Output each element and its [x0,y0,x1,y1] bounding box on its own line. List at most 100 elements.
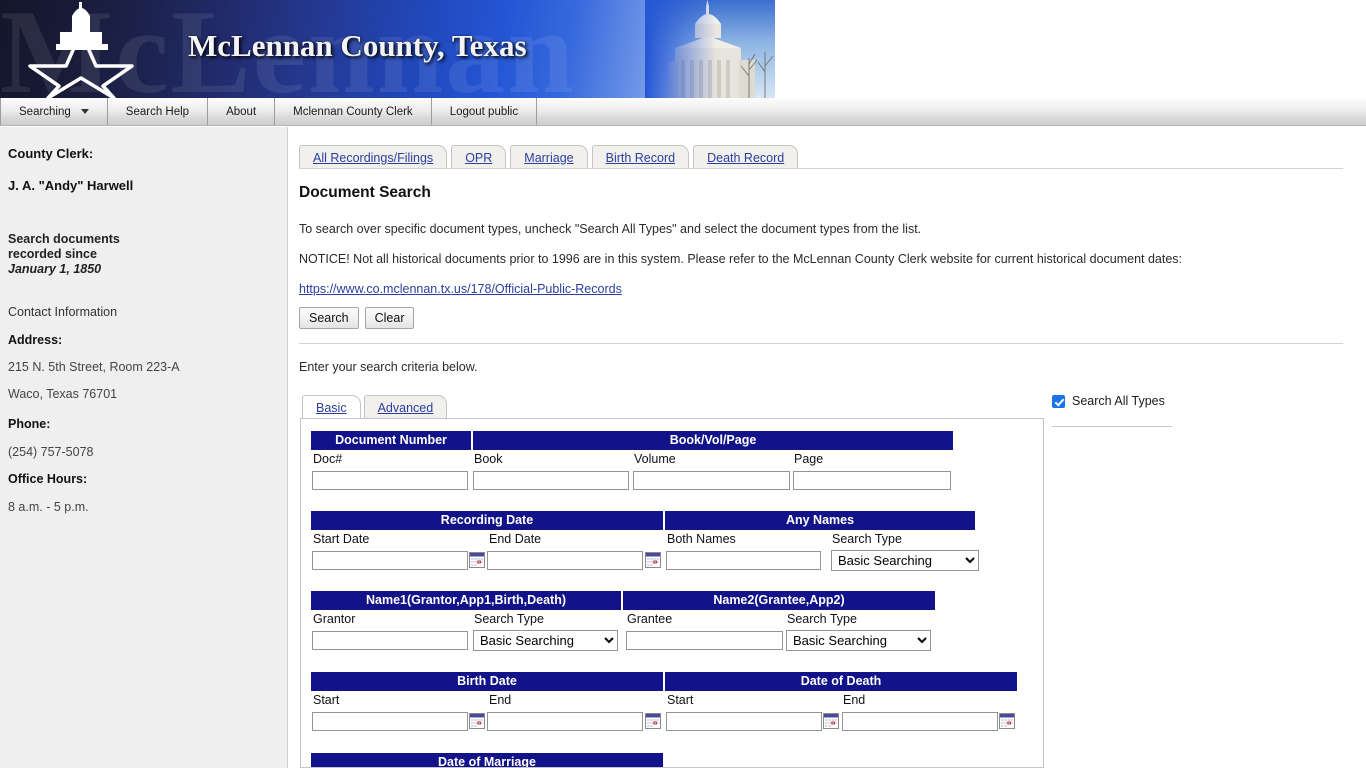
criteria-instruction: Enter your search criteria below. [299,360,478,374]
calendar-icon[interactable] [823,713,839,729]
tab-label[interactable]: Death Record [707,151,784,165]
group-header-document-number: Document Number [311,431,471,450]
search-action-buttons: Search Clear [299,307,415,329]
group-recording-date-any-names: Recording Date Any Names Start Date End … [311,511,979,580]
group-birth-date-date-of-death: Birth Date Date of Death Start End Start… [311,672,1017,741]
address-label: Address: [8,333,63,347]
nav-item-label: Searching [19,105,71,118]
label-name2-search-type: Search Type [787,612,857,626]
group-header-name1: Name1(Grantor,App1,Birth,Death) [311,591,621,610]
tab-marriage[interactable]: Marriage [510,145,588,169]
search-all-types-label: Search All Types [1072,394,1165,408]
tab-label[interactable]: Marriage [524,151,573,165]
search-button[interactable]: Search [299,307,359,329]
label-any-names-search-type: Search Type [832,532,902,546]
left-sidebar: County Clerk: J. A. "Andy" Harwell Searc… [0,127,288,768]
calendar-icon[interactable] [999,713,1015,729]
nav-item-searching[interactable]: Searching [0,98,108,125]
nav-item-about[interactable]: About [208,98,276,125]
nav-item-label: Mclennan County Clerk [293,105,413,118]
tab-opr[interactable]: OPR [451,145,507,169]
nav-item-label: Logout public [449,105,519,118]
search-all-types-area: Search All Types [1052,394,1252,427]
grantor-input[interactable] [312,631,468,650]
main-navigation-bar: Searching Search Help About Mclennan Cou… [0,98,1366,126]
tab-advanced[interactable]: Advanced [363,395,448,419]
records-since-date: January 1, 1850 [8,262,102,276]
site-banner: McLennan McLennan County, Texas [0,0,775,98]
nav-item-label: About [226,105,257,118]
office-hours-value: 8 a.m. - 5 p.m. [8,500,89,514]
tabs-divider [299,168,1343,169]
address-line-2: Waco, Texas 76701 [8,387,118,401]
tab-label[interactable]: Advanced [378,401,434,415]
label-death-end: End [843,693,866,707]
tab-label[interactable]: Birth Record [606,151,675,165]
phone-value: (254) 757-5078 [8,445,94,459]
death-end-date-input[interactable] [842,712,998,731]
name1-search-type-select[interactable]: Basic Searching [473,630,618,651]
calendar-icon[interactable] [645,713,661,729]
both-names-input[interactable] [666,551,821,570]
group-document-number-bookvolpage: Document Number Book/Vol/Page Doc# Book … [311,431,953,500]
phone-label: Phone: [8,417,51,431]
death-start-date-input[interactable] [666,712,822,731]
records-since-note: Search documents recorded since January … [8,232,120,277]
name2-search-type-select[interactable]: Basic Searching [786,630,931,651]
volume-input[interactable] [633,471,790,490]
records-since-line2: recorded since [8,247,97,261]
tab-all-recordings-filings[interactable]: All Recordings/Filings [299,145,448,169]
tab-label[interactable]: All Recordings/Filings [313,151,433,165]
label-both-names: Both Names [667,532,736,546]
records-since-line1: Search documents [8,232,120,246]
search-all-types-divider [1052,426,1172,427]
tab-birth-record[interactable]: Birth Record [591,145,690,169]
search-all-types-checkbox[interactable] [1052,394,1065,408]
calendar-icon[interactable] [469,552,485,568]
search-mode-tabs: Basic Advanced [302,394,450,419]
nav-item-search-help[interactable]: Search Help [108,98,209,125]
official-public-records-link-wrap: https://www.co.mclennan.tx.us/178/Offici… [299,282,622,296]
birth-start-date-input[interactable] [312,712,468,731]
label-page: Page [794,452,824,466]
tab-label[interactable]: OPR [465,151,492,165]
label-recording-end-date: End Date [489,532,542,546]
label-volume: Volume [634,452,676,466]
tab-death-record[interactable]: Death Record [693,145,799,169]
main-content: All Recordings/Filings OPR Marriage Birt… [289,127,1366,768]
recording-start-date-input[interactable] [312,551,468,570]
calendar-icon[interactable] [469,713,485,729]
group-header-any-names: Any Names [665,511,975,530]
record-type-tabs: All Recordings/Filings OPR Marriage Birt… [299,144,802,169]
tab-basic[interactable]: Basic [302,395,361,419]
official-public-records-link[interactable]: https://www.co.mclennan.tx.us/178/Offici… [299,282,622,296]
county-clerk-name: J. A. "Andy" Harwell [8,178,134,193]
label-recording-start-date: Start Date [313,532,370,546]
instructions-paragraph-1: To search over specific document types, … [299,222,922,236]
label-grantor: Grantor [313,612,356,626]
label-grantee: Grantee [627,612,673,626]
search-criteria-panel: Document Number Book/Vol/Page Doc# Book … [300,418,1044,768]
label-death-start: Start [667,693,694,707]
county-clerk-heading: County Clerk: [8,146,94,161]
group-name1-name2: Name1(Grantor,App1,Birth,Death) Name2(Gr… [311,591,935,660]
office-hours-label: Office Hours: [8,472,88,486]
nav-item-logout[interactable]: Logout public [432,98,538,125]
clear-button[interactable]: Clear [364,307,415,329]
birth-end-date-input[interactable] [487,712,643,731]
recording-end-date-input[interactable] [487,551,643,570]
label-birth-start: Start [313,693,340,707]
grantee-input[interactable] [626,631,783,650]
any-names-search-type-select[interactable]: Basic Searching [831,550,979,571]
group-header-recording-date: Recording Date [311,511,663,530]
doc-number-input[interactable] [312,471,468,490]
group-date-of-marriage: Date of Marriage [311,753,663,767]
page-input[interactable] [793,471,951,490]
calendar-icon[interactable] [645,552,661,568]
tab-label[interactable]: Basic [316,401,347,415]
label-name1-search-type: Search Type [474,612,544,626]
nav-item-county-clerk[interactable]: Mclennan County Clerk [275,98,432,125]
book-input[interactable] [473,471,629,490]
banner-title: McLennan County, Texas [188,28,527,63]
notice-paragraph: NOTICE! Not all historical documents pri… [299,252,1183,266]
